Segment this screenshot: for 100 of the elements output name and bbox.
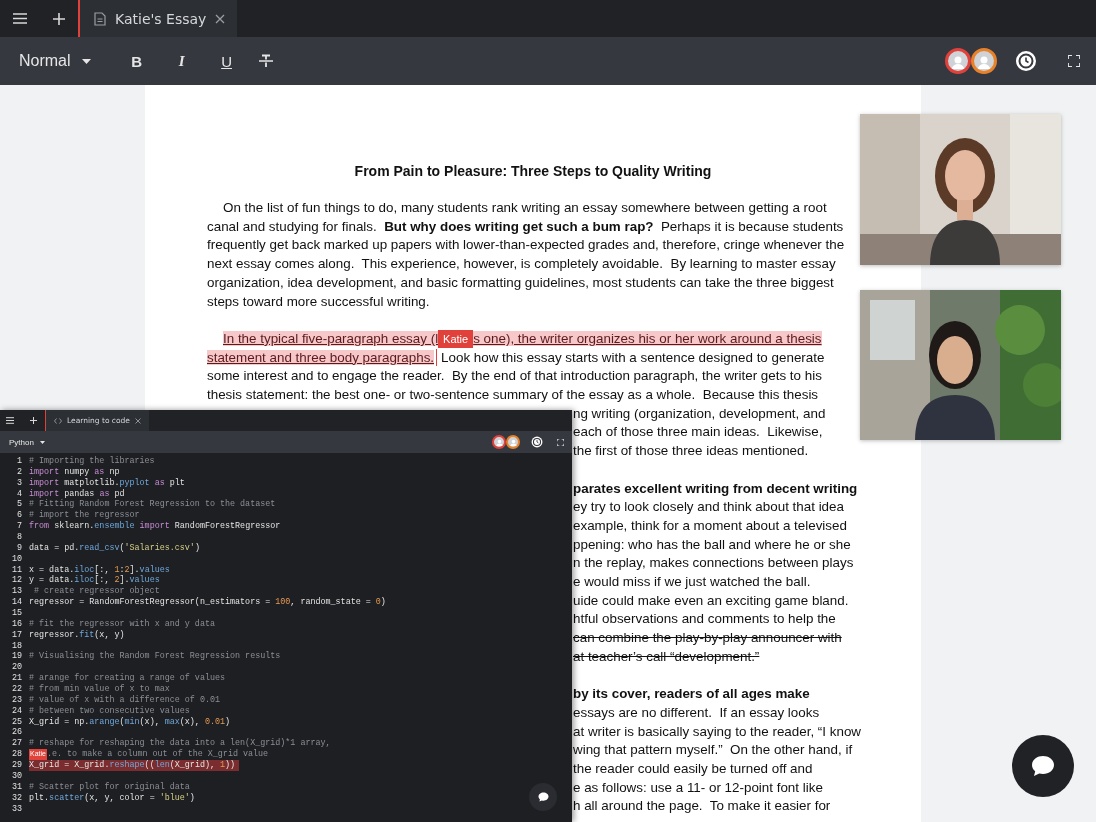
line-number: 23: [10, 694, 23, 706]
close-icon[interactable]: [215, 13, 226, 24]
code-line: # Fitting Random Forest Regression to the dataset: [29, 499, 276, 510]
body-text: wing that pattern myself.” On the other hand, if: [573, 742, 853, 758]
line-number: 11: [10, 564, 23, 576]
body-text: canal and studying for finals.: [207, 218, 378, 234]
code-line: # reshape for reshaping the data into a len(X_grid)*1 array,: [29, 738, 331, 749]
body-text: the reader could easily be turned off and: [573, 761, 813, 777]
format-button[interactable]: B: [126, 52, 147, 70]
code-line: # import the regressor: [29, 510, 140, 521]
body-text: Perhaps it is because students: [659, 218, 844, 234]
format-button[interactable]: I: [171, 52, 192, 70]
line-number: 33: [10, 803, 23, 815]
line-number: 19: [10, 651, 23, 663]
line-number: 9: [15, 542, 23, 554]
code-line: # value of x with a difference of 0.01: [29, 694, 220, 706]
line-number: 13: [10, 586, 23, 598]
body-text: e as follows: use a 11- or 12-point font like: [573, 779, 823, 795]
fullscreen-icon[interactable]: [557, 438, 564, 446]
code-line: # Visualising the Random Forest Regression results: [29, 651, 281, 663]
line-number: 31: [10, 781, 23, 793]
avatar-icon[interactable]: [506, 435, 520, 449]
history-icon[interactable]: [531, 436, 543, 448]
line-number: 7: [15, 521, 23, 532]
fullscreen-icon[interactable]: [1068, 55, 1080, 67]
body-text: h all around the page. To make it easier for: [573, 798, 831, 814]
close-icon[interactable]: [134, 417, 141, 424]
line-number: 16: [10, 618, 23, 630]
line-number: 10: [10, 553, 23, 565]
line-number: 2: [15, 466, 23, 478]
body-text: organization, idea development, and basic formatting guidelines, most students can take the three biggest: [207, 274, 834, 290]
line-number: 4: [15, 488, 23, 500]
body-text: essays are no different. If an essay looks: [573, 704, 820, 720]
bold-text: parates excellent writing from decent writing: [573, 480, 858, 496]
bold-text: by its cover, readers of all ages make: [573, 686, 810, 702]
line-number: 25: [10, 716, 23, 728]
chat-icon: [537, 792, 549, 802]
line-number: 6: [15, 510, 23, 522]
line-number: 14: [10, 597, 23, 609]
line-number: 20: [10, 662, 23, 674]
code-line: # Importing the libraries: [29, 456, 155, 467]
text-caret: [436, 348, 438, 366]
add-icon[interactable]: [53, 12, 65, 25]
code-line: # between two consecutive values: [29, 705, 190, 717]
code-icon: [54, 417, 62, 424]
avatar-icon[interactable]: [945, 48, 971, 74]
line-number: 30: [10, 770, 23, 782]
body-text: frequently get back marked up papers with lower-than-expected grades and, therefore, cringe whenever the: [207, 237, 845, 253]
avatar-icon[interactable]: [492, 435, 506, 449]
code-line: regressor = RandomForestRegressor(n_estimators = 100, random_state = 0): [29, 597, 386, 609]
code-line: # create regressor object: [33, 586, 160, 597]
line-number: 12: [10, 575, 23, 587]
highlighted-text: s one), the writer organizes his or her work around a thesis: [473, 330, 822, 346]
menu-icon[interactable]: [6, 417, 14, 424]
language-dropdown[interactable]: Python: [9, 437, 45, 447]
body-text: next essay comes along. This experience, however, is completely avoidable. By learning to master essay: [207, 256, 836, 272]
code-line: data = pd.read_csv('Salaries.csv'): [29, 542, 200, 554]
user-cursor-label: Katie: [438, 329, 474, 348]
line-number: 26: [10, 727, 23, 739]
body-text: each of those three main ideas. Likewise,: [573, 424, 823, 440]
format-button[interactable]: U: [216, 52, 237, 70]
body-text: at writer is basically saying to the reader, “I know: [573, 723, 862, 739]
strikethrough-icon[interactable]: [258, 54, 273, 68]
chat-button[interactable]: [529, 783, 557, 811]
document-icon: [94, 11, 106, 26]
code-line: .e. to make a column out of the X_grid value: [46, 749, 269, 760]
avatar-icon[interactable]: [971, 48, 997, 74]
line-number: 17: [10, 629, 23, 641]
menu-icon[interactable]: [13, 13, 27, 24]
line-number: 15: [10, 608, 23, 619]
bold-text: But why does writing get such a bum rap?: [384, 218, 654, 234]
body-text: e would miss if we just watched the ball.: [573, 574, 811, 590]
line-number: 32: [10, 792, 23, 804]
history-icon[interactable]: [1015, 50, 1037, 72]
line-number: 18: [10, 640, 23, 652]
code-line: import numpy as np: [29, 466, 120, 478]
code-line: import pandas as pd: [29, 488, 125, 499]
code-line: X_grid = np.arange(min(x), max(x), 0.01): [29, 716, 231, 728]
line-number: 21: [10, 673, 23, 685]
body-text: some interest and to engage the reader. By the end of that introduction paragraph, the writer gets to his: [207, 368, 822, 384]
code-line: # arange for creating a range of values: [29, 673, 225, 684]
document-tab[interactable]: Katie's Essay: [78, 0, 238, 37]
line-number: 3: [15, 477, 23, 489]
code-line: regressor.fit(x, y): [29, 629, 125, 641]
body-text: example, think for a moment about a televised: [573, 517, 847, 533]
struck-text: at teacher’s call “development.”: [573, 648, 760, 664]
body-text: n the replay, makes connections between plays: [573, 555, 854, 571]
line-number: 5: [15, 499, 23, 511]
style-dropdown[interactable]: Normal: [19, 48, 91, 74]
highlighted-text: statement and three body paragraphs.: [207, 349, 435, 365]
caret-icon: [39, 440, 45, 444]
line-number: 27: [10, 738, 23, 750]
code-line: # Scatter plot for original data: [29, 781, 190, 793]
line-number: 8: [15, 532, 23, 543]
line-number: 22: [10, 684, 23, 695]
body-text: ppening: who has the ball and where he or she: [573, 536, 851, 552]
body-text: On the list of fun things to do, many students rank writing an essay somewhere between getting a root: [223, 200, 827, 215]
body-text: uide could make even an exciting game bland.: [573, 592, 849, 608]
caret-icon: [81, 58, 91, 64]
add-icon[interactable]: [30, 417, 37, 424]
